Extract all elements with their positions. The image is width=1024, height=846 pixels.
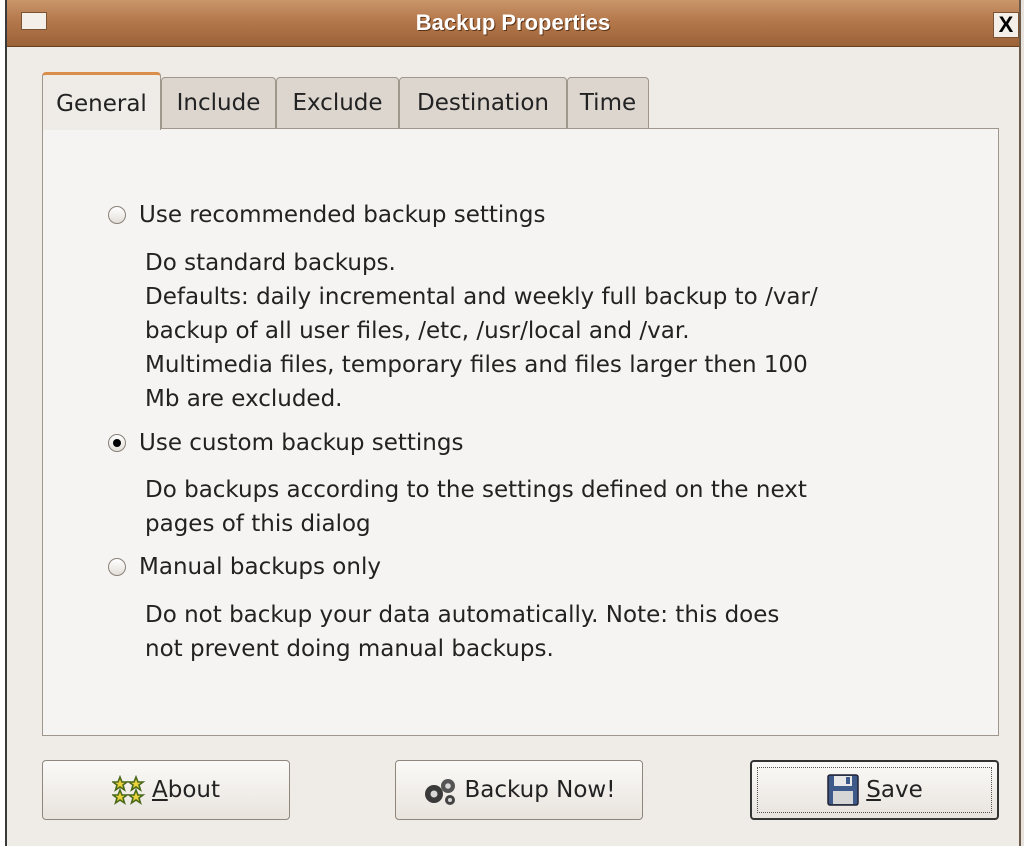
backup-now-label: Backup Now!	[464, 777, 616, 803]
recommended-description: Do standard backups. Defaults: daily inc…	[145, 250, 818, 412]
title-bar[interactable]: Backup Properties X	[7, 0, 1019, 47]
radio-button[interactable]	[108, 558, 126, 576]
save-button[interactable]: Save	[750, 760, 999, 820]
save-label: Save	[866, 777, 923, 803]
tab-exclude[interactable]: Exclude	[276, 77, 399, 128]
tab-time[interactable]: Time	[567, 77, 649, 128]
gears-icon	[423, 774, 459, 806]
radio-custom-settings[interactable]: Use custom backup settings	[108, 430, 463, 456]
option-label: Manual backups only	[139, 554, 381, 580]
floppy-disk-icon	[826, 773, 860, 807]
radio-button[interactable]	[108, 206, 126, 224]
backup-now-button[interactable]: Backup Now!	[395, 760, 643, 820]
about-label: About	[151, 777, 220, 803]
tab-general[interactable]: General	[42, 72, 161, 130]
window-right-border	[1019, 0, 1024, 846]
tab-include[interactable]: Include	[161, 77, 276, 128]
radio-button-selected[interactable]	[108, 434, 126, 452]
tab-destination[interactable]: Destination	[399, 77, 567, 128]
manual-description: Do not backup your data automatically. N…	[145, 602, 780, 662]
about-button[interactable]: About	[42, 760, 290, 820]
radio-recommended-settings[interactable]: Use recommended backup settings	[108, 202, 545, 228]
window-title: Backup Properties	[415, 10, 611, 35]
close-icon: X	[998, 12, 1014, 37]
custom-description: Do backups according to the settings def…	[145, 477, 807, 537]
about-stars-icon	[111, 775, 146, 805]
option-label: Use custom backup settings	[139, 430, 464, 456]
close-button[interactable]: X	[993, 12, 1019, 38]
radio-manual-only[interactable]: Manual backups only	[108, 554, 381, 580]
window-left-border	[0, 0, 7, 846]
option-label: Use recommended backup settings	[139, 202, 546, 228]
